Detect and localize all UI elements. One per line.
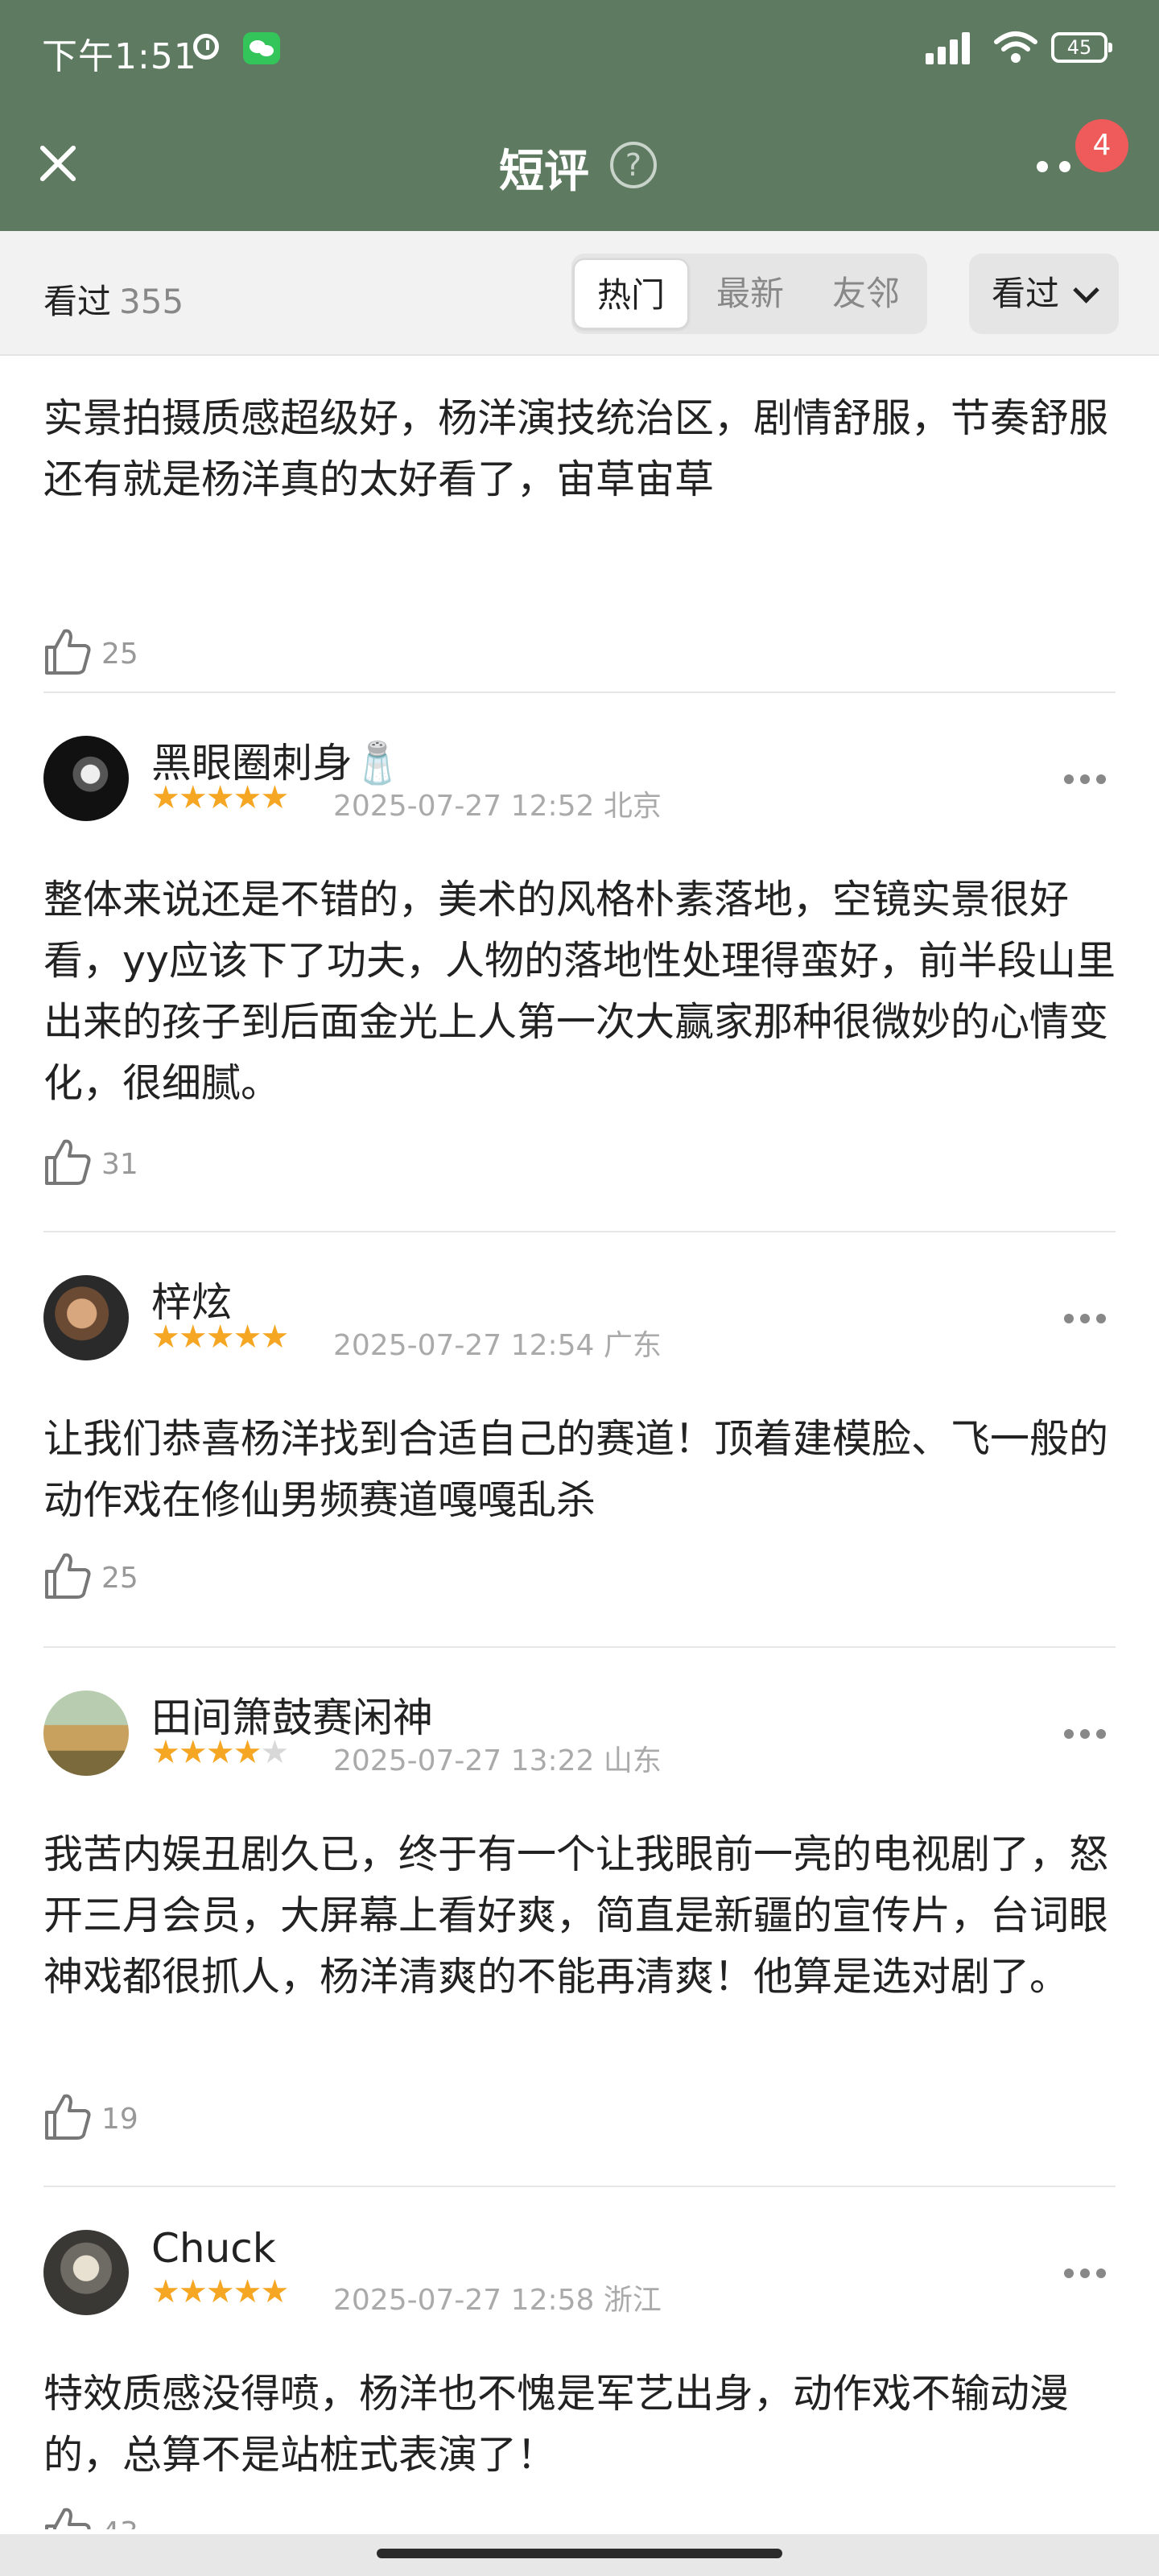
tab-friends[interactable]: 友邻: [808, 254, 924, 334]
divider: [43, 1646, 1116, 1648]
review-text: 特效质感没得喷，杨洋也不愧是军艺出身，动作戏不输动漫的，总算不是站桩式表演了！: [43, 2371, 1070, 2478]
review-date-location: 2025-07-27 12:58 浙江: [333, 2284, 662, 2317]
notification-badge: 4: [1075, 119, 1128, 172]
title-bar: 短评 ? 4: [0, 97, 1159, 231]
home-indicator[interactable]: [0, 2534, 1159, 2576]
chevron-down-icon: [1073, 277, 1099, 303]
review-date-location: 2025-07-27 13:22 山东: [333, 1744, 662, 1777]
thumbs-up-icon: [45, 1553, 91, 1599]
review-text: 整体来说还是不错的，美术的风格朴素落地，空镜实景很好看，yy应该下了功夫，人物的…: [43, 877, 1116, 1106]
question-circle-icon[interactable]: ?: [610, 142, 657, 188]
thumbs-up-icon: [45, 629, 91, 675]
seen-count-label: 看过: [43, 282, 112, 321]
more-options-button[interactable]: [1064, 1314, 1107, 1325]
seen-filter-dropdown[interactable]: 看过: [969, 254, 1119, 334]
more-options-button[interactable]: [1064, 2268, 1107, 2280]
avatar[interactable]: [43, 736, 129, 821]
sort-segmented-control: 热门 最新 友邻: [571, 254, 927, 334]
battery-indicator: 45: [1051, 32, 1112, 63]
wifi-icon: [994, 31, 1037, 63]
page-title: 短评: [499, 146, 589, 198]
divider: [43, 2186, 1116, 2187]
thumbs-up-icon: [45, 1139, 91, 1185]
seen-count-number: 355: [119, 282, 184, 321]
seen-count: 看过 355: [43, 275, 184, 324]
rating-stars: ★★★★★: [151, 1734, 289, 1771]
like-count: 25: [101, 638, 138, 671]
close-button[interactable]: [27, 134, 89, 195]
review-text: 让我们恭喜杨洋找到合适自己的赛道！顶着建模脸、飞一般的动作戏在修仙男频赛道嘎嘎乱…: [43, 1416, 1109, 1523]
like-count: 19: [101, 2103, 138, 2136]
avatar[interactable]: [43, 2230, 129, 2315]
more-options-button[interactable]: [1064, 1729, 1107, 1740]
seen-dropdown-label: 看过: [992, 274, 1060, 313]
like-count: 43: [101, 2516, 138, 2529]
status-bar: 下午1:51 45: [0, 0, 1159, 97]
divider: [43, 1231, 1116, 1232]
review-date-location: 2025-07-27 12:54 广东: [333, 1329, 662, 1362]
review-date-location: 2025-07-27 12:52 北京: [333, 790, 662, 823]
review-text: 实景拍摄质感超级好，杨洋演技统治区，剧情舒服，节奏舒服 还有就是杨洋真的太好看了…: [43, 388, 1116, 510]
like-count: 25: [101, 1562, 138, 1595]
thumbs-up-icon: [45, 2094, 91, 2140]
review-text-line: 实景拍摄质感超级好，杨洋演技统治区，剧情舒服，节奏舒服 还有就是杨洋真的太好看了…: [43, 395, 1109, 502]
wechat-icon: [243, 32, 280, 64]
tab-hot[interactable]: 热门: [573, 258, 689, 329]
top-bar: 下午1:51 45 短评 ? 4: [0, 0, 1159, 231]
filter-bar: 看过 355 热门 最新 友邻 看过: [0, 231, 1159, 356]
username[interactable]: Chuck: [151, 2225, 276, 2272]
rating-stars: ★★★★★: [151, 779, 289, 816]
alarm-icon: [193, 34, 219, 60]
thumbs-up-icon: [45, 2508, 91, 2529]
divider: [43, 691, 1116, 693]
like-count: 31: [101, 1148, 138, 1181]
rating-stars: ★★★★★: [151, 1319, 289, 1356]
avatar[interactable]: [43, 1690, 129, 1776]
more-options-button[interactable]: [1064, 774, 1107, 786]
avatar[interactable]: [43, 1275, 129, 1360]
review-text: 我苦内娱丑剧久已，终于有一个让我眼前一亮的电视剧了，怒开三月会员，大屏幕上看好爽…: [43, 1831, 1109, 2000]
tab-latest[interactable]: 最新: [692, 254, 808, 334]
status-time: 下午1:51: [42, 36, 197, 77]
reviews-list: 实景拍摄质感超级好，杨洋演技统治区，剧情舒服，节奏舒服 还有就是杨洋真的太好看了…: [0, 356, 1159, 2529]
rating-stars: ★★★★★: [151, 2273, 289, 2310]
signal-icon: [926, 31, 971, 64]
